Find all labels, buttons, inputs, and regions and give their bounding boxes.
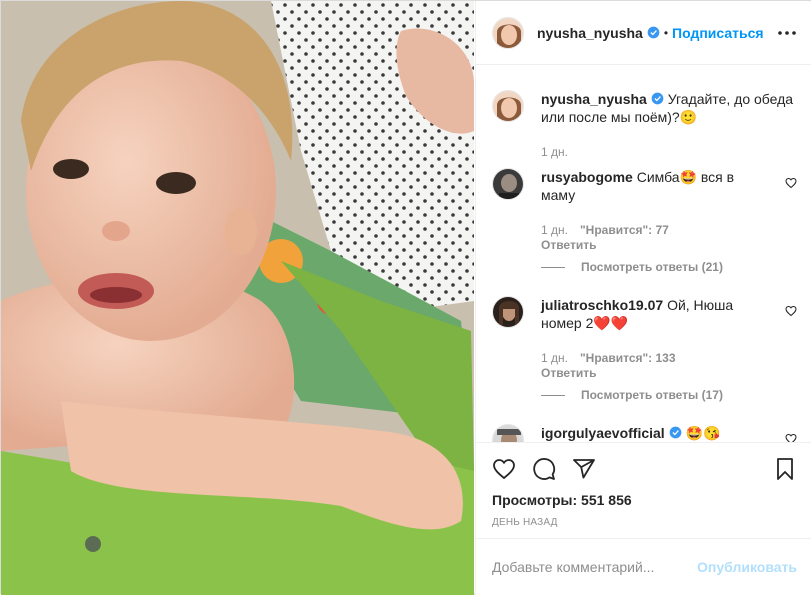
- reply-button[interactable]: Ответить: [541, 366, 596, 380]
- post-header: nyusha_nyusha • Подписаться: [476, 1, 811, 65]
- publish-button[interactable]: Опубликовать: [697, 559, 797, 575]
- verified-badge-icon: [651, 92, 664, 105]
- bookmark-button[interactable]: [773, 457, 797, 481]
- comment-username[interactable]: igorgulyaevofficial: [541, 425, 665, 441]
- like-comment-heart-icon[interactable]: [785, 433, 797, 442]
- comment-body: juliatroschko19.07 Ой, Нюша номер 2❤️❤️: [541, 296, 763, 332]
- add-comment-form: Опубликовать: [476, 538, 811, 595]
- post-time[interactable]: День назад: [492, 517, 558, 528]
- comment-avatar[interactable]: [492, 296, 524, 328]
- comment-likes[interactable]: "Нравится": 77: [580, 223, 669, 237]
- comment-body: rusyabogome Симба🤩 вся в маму: [541, 168, 763, 204]
- separator-dot: •: [663, 25, 669, 40]
- comment-likes[interactable]: "Нравится": 133: [580, 351, 676, 365]
- comment-meta: 1 дн. "Нравится": 133: [541, 351, 688, 365]
- caption-meta: 1 дн.: [541, 145, 580, 159]
- comment-time[interactable]: 1 дн.: [541, 223, 568, 237]
- view-replies-label: Посмотреть ответы (17): [581, 388, 723, 402]
- bookmark-icon[interactable]: [773, 457, 797, 481]
- view-replies-button[interactable]: Посмотреть ответы (21): [541, 260, 723, 274]
- comment-meta: 1 дн. "Нравится": 77: [541, 223, 681, 237]
- comment-text: 🤩😘: [685, 425, 721, 441]
- view-replies-label: Посмотреть ответы (21): [581, 260, 723, 274]
- comment-body: igorgulyaevofficial 🤩😘: [541, 424, 763, 442]
- caption-avatar[interactable]: [492, 90, 524, 122]
- like-comment-heart-icon[interactable]: [785, 177, 797, 189]
- comment-time[interactable]: 1 дн.: [541, 351, 568, 365]
- heart-icon[interactable]: [492, 457, 516, 481]
- share-icon[interactable]: [572, 457, 596, 481]
- comment-avatar[interactable]: [492, 424, 524, 442]
- reply-button[interactable]: Ответить: [541, 238, 596, 252]
- views-count[interactable]: Просмотры: 551 856: [492, 492, 632, 508]
- replies-divider: [541, 266, 565, 268]
- caption-username[interactable]: nyusha_nyusha: [541, 91, 647, 107]
- action-icons: [492, 457, 596, 481]
- like-comment-heart-icon[interactable]: [785, 305, 797, 317]
- comment-username[interactable]: juliatroschko19.07: [541, 297, 663, 313]
- replies-divider: [541, 394, 565, 396]
- verified-badge-icon: [669, 426, 682, 439]
- post-actions: Просмотры: 551 856 День назад: [476, 442, 811, 538]
- follow-button[interactable]: Подписаться: [672, 25, 764, 41]
- comment-avatar[interactable]: [492, 168, 524, 200]
- comment-icon[interactable]: [532, 457, 556, 481]
- verified-badge-icon: [647, 26, 660, 39]
- caption-body: nyusha_nyusha Угадайте, до обеда или пос…: [541, 90, 801, 126]
- comment-username[interactable]: rusyabogome: [541, 169, 633, 185]
- comment-input[interactable]: [492, 559, 698, 575]
- author-username[interactable]: nyusha_nyusha: [537, 25, 643, 41]
- comments-list[interactable]: nyusha_nyusha Угадайте, до обеда или пос…: [476, 66, 811, 442]
- post-side-panel: nyusha_nyusha • Подписаться nyusha_nyush…: [475, 1, 811, 595]
- baby-photo: [1, 1, 474, 595]
- more-options-icon[interactable]: [777, 23, 797, 43]
- caption-time[interactable]: 1 дн.: [541, 145, 568, 159]
- post-video[interactable]: [1, 1, 474, 595]
- post-modal: nyusha_nyusha • Подписаться nyusha_nyush…: [0, 0, 811, 595]
- author-avatar[interactable]: [492, 16, 524, 49]
- view-replies-button[interactable]: Посмотреть ответы (17): [541, 388, 723, 402]
